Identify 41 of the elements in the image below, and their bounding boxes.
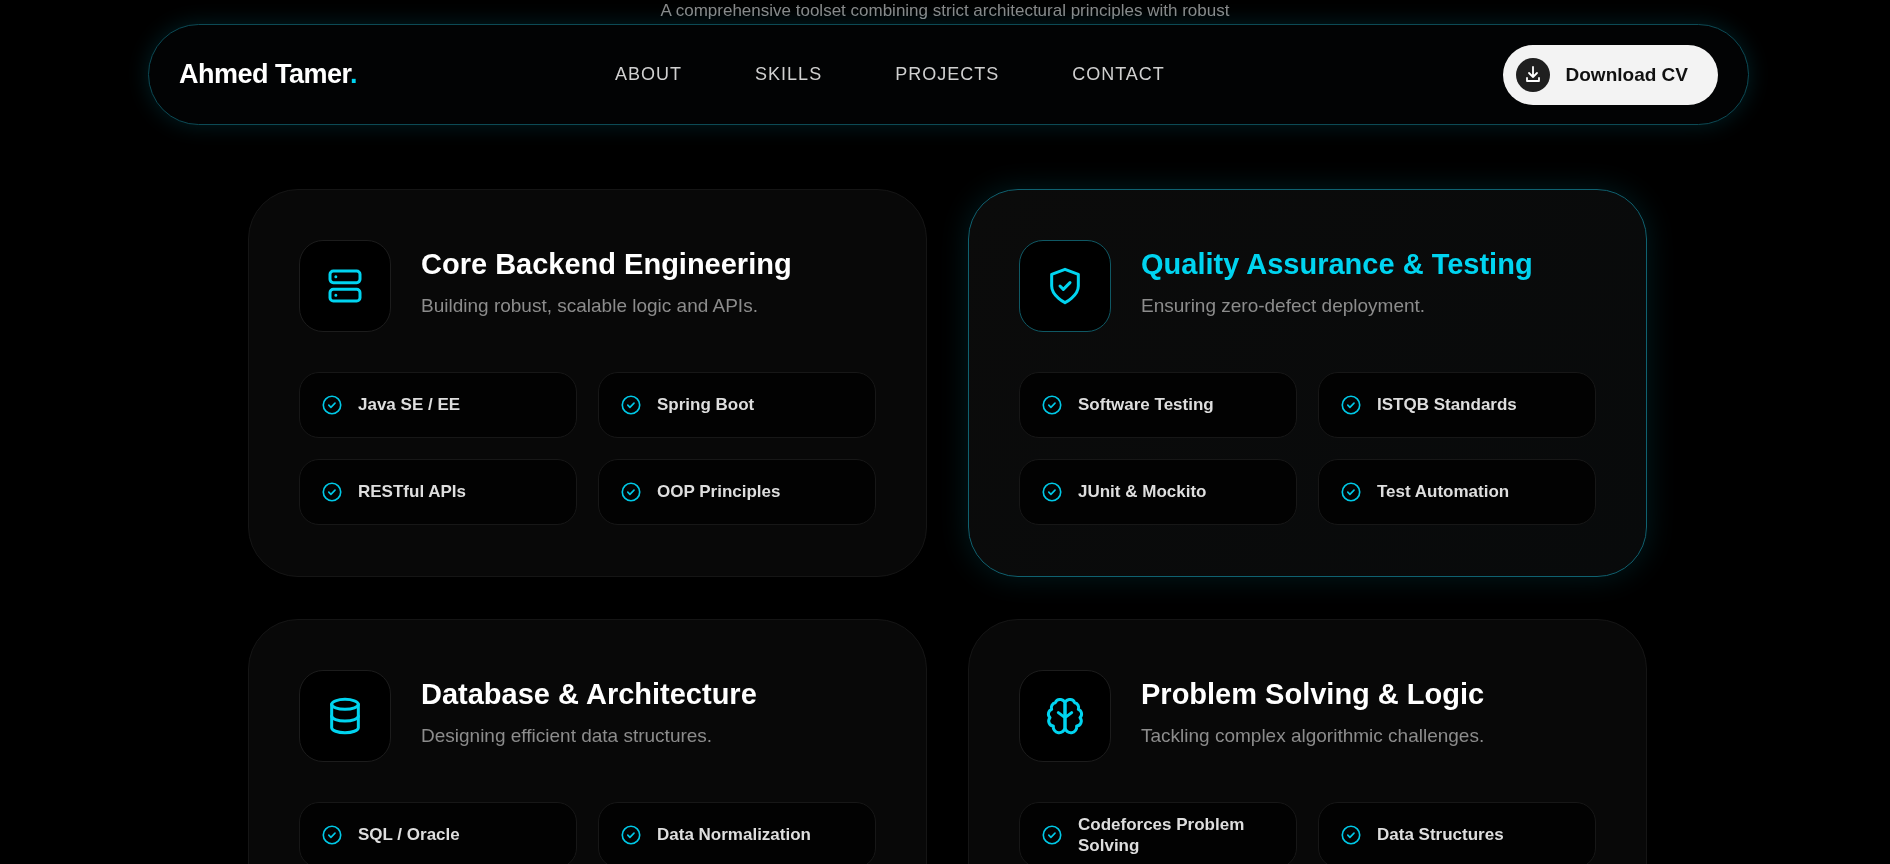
skill-label: RESTful APIs — [358, 481, 466, 503]
nav-link[interactable]: SKILLS — [755, 64, 823, 85]
skill-label: Codeforces Problem Solving — [1078, 813, 1246, 857]
skill-label: JUnit & Mockito — [1078, 481, 1207, 503]
skill-label: Software Testing — [1078, 394, 1214, 416]
check-circle-icon — [1340, 824, 1362, 846]
check-circle-icon — [620, 394, 642, 416]
brain-icon — [1045, 696, 1085, 736]
card-subtitle: Building robust, scalable logic and APIs. — [421, 295, 759, 317]
download-icon — [1515, 57, 1550, 92]
check-circle-icon — [321, 481, 343, 503]
skill-label: Test Automation — [1377, 481, 1510, 503]
logo[interactable]: Ahmed Tamer. — [179, 59, 358, 90]
nav-link[interactable]: CONTACT — [1072, 64, 1165, 85]
skill-label: Data Structures — [1377, 824, 1504, 846]
nav-link[interactable]: ABOUT — [615, 64, 683, 85]
card-subtitle: Ensuring zero-defect deployment. — [1141, 295, 1427, 317]
intro-text: A comprehensive toolset combining strict architectural principles with robust — [660, 0, 1230, 22]
skill-label: Data Normalization — [657, 824, 811, 846]
card-subtitle: Designing efficient data structures. — [421, 725, 714, 747]
download-button[interactable]: Download CV — [1502, 44, 1718, 105]
card-subtitle: Tackling complex algorithmic challenges. — [1141, 725, 1485, 747]
check-circle-icon — [1340, 481, 1362, 503]
card-title: Quality Assurance & Testing — [1141, 248, 1533, 281]
skill-label: Java SE / EE — [358, 394, 461, 416]
check-circle-icon — [620, 824, 642, 846]
check-circle-icon — [1041, 824, 1063, 846]
skill-label: ISTQB Standards — [1377, 394, 1517, 416]
check-circle-icon — [1041, 481, 1063, 503]
check-circle-icon — [321, 824, 343, 846]
card-title: Core Backend Engineering — [421, 248, 792, 281]
card-title: Problem Solving & Logic — [1141, 678, 1485, 711]
skill-label: OOP Principles — [657, 481, 781, 503]
skill-label: SQL / Oracle — [358, 824, 460, 846]
skill-label: Spring Boot — [657, 394, 755, 416]
check-circle-icon — [620, 481, 642, 503]
check-circle-icon — [1340, 394, 1362, 416]
check-circle-icon — [1041, 394, 1063, 416]
card-title: Database & Architecture — [421, 678, 757, 711]
nav-link[interactable]: PROJECTS — [895, 64, 1000, 85]
check-circle-icon — [321, 394, 343, 416]
